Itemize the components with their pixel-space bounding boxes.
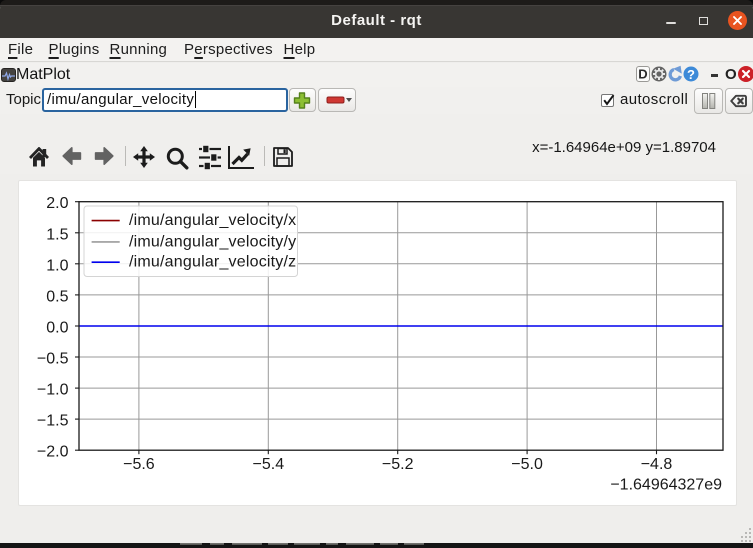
svg-text:−5.6: −5.6 (123, 456, 155, 473)
svg-text:?: ? (687, 67, 695, 82)
svg-text:−0.5: −0.5 (37, 351, 69, 368)
svg-text:−2.0: −2.0 (37, 444, 69, 461)
svg-text:1.5: 1.5 (46, 226, 68, 243)
svg-text:/imu/angular_velocity/z: /imu/angular_velocity/z (129, 254, 296, 271)
svg-text:−4.8: −4.8 (641, 456, 673, 473)
svg-text:1.0: 1.0 (46, 257, 68, 274)
svg-text:−1.64964327e9: −1.64964327e9 (610, 477, 722, 494)
svg-text:0.0: 0.0 (46, 320, 68, 337)
svg-text:/imu/angular_velocity/x: /imu/angular_velocity/x (129, 212, 296, 229)
svg-text:−5.0: −5.0 (511, 456, 543, 473)
svg-text:−5.2: −5.2 (382, 456, 414, 473)
svg-text:−1.0: −1.0 (37, 382, 69, 399)
svg-text:−5.4: −5.4 (253, 456, 285, 473)
svg-text:/imu/angular_velocity/y: /imu/angular_velocity/y (129, 233, 296, 250)
svg-text:0.5: 0.5 (46, 288, 68, 305)
svg-text:D: D (638, 67, 647, 82)
svg-text:−1.5: −1.5 (37, 413, 69, 430)
svg-text:2.0: 2.0 (46, 195, 68, 212)
